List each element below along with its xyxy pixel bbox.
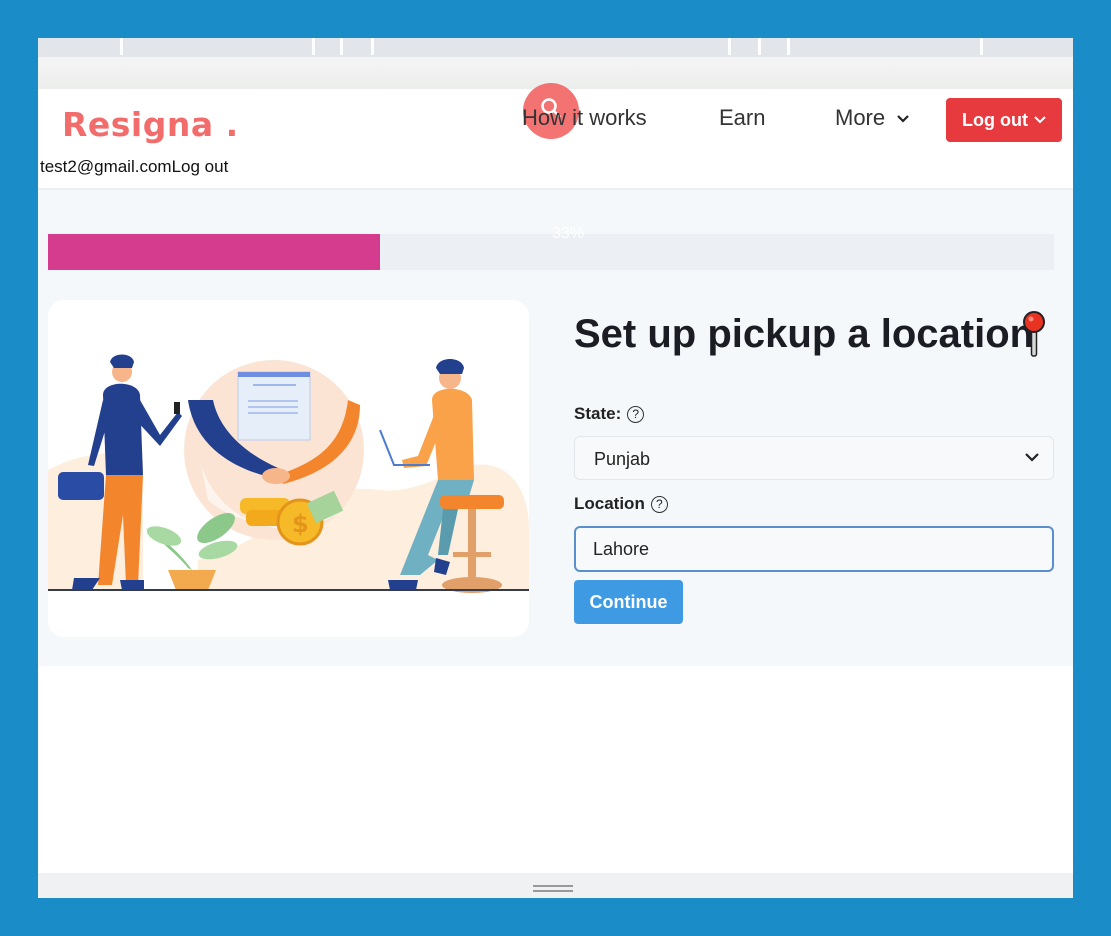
svg-text:$: $	[292, 510, 309, 538]
illustration-card: $	[48, 300, 529, 637]
progress-bar: 33%	[48, 225, 1054, 270]
nav-earn[interactable]: Earn	[719, 105, 765, 131]
chevron-down-icon	[1025, 453, 1039, 462]
progress-label: 33%	[551, 225, 585, 242]
state-select[interactable]: Punjab	[574, 436, 1054, 480]
location-label-row: Location ?	[574, 494, 668, 514]
user-info: test2@gmail.comLog out	[40, 157, 228, 177]
chevron-down-icon	[897, 115, 910, 123]
main-content: 33% $ Set up pickup a location State: ? …	[38, 190, 1073, 666]
tab-divider	[787, 38, 790, 55]
tab-divider	[758, 38, 761, 55]
logout-button-label: Log out	[962, 109, 1028, 130]
resize-handle[interactable]	[533, 890, 573, 892]
tab-divider	[371, 38, 374, 55]
state-label: State:	[574, 404, 622, 423]
help-icon[interactable]: ?	[650, 495, 668, 513]
user-logout-link[interactable]: Log out	[172, 157, 229, 176]
tab-divider	[340, 38, 343, 55]
site-navbar: Resigna . test2@gmail.comLog out How it …	[38, 83, 1073, 190]
location-label: Location	[574, 494, 645, 513]
resize-bar	[38, 873, 1073, 898]
tab-divider	[312, 38, 315, 55]
tab-divider	[980, 38, 983, 55]
resize-handle[interactable]	[533, 885, 573, 887]
tab-divider	[728, 38, 731, 55]
user-email: test2@gmail.com	[40, 157, 172, 176]
state-select-value: Punjab	[594, 449, 651, 469]
state-label-row: State: ?	[574, 404, 645, 424]
tab-strip	[38, 38, 1073, 57]
continue-button[interactable]: Continue	[574, 580, 683, 624]
chevron-down-icon	[1034, 116, 1046, 124]
page-title: Set up pickup a location	[574, 312, 1035, 356]
nav-how-it-works[interactable]: How it works	[522, 105, 647, 131]
logout-button[interactable]: Log out	[946, 98, 1062, 142]
location-input[interactable]	[574, 526, 1054, 572]
nav-more-label: More	[835, 105, 886, 130]
nav-more[interactable]: More	[835, 105, 910, 131]
handshake-illustration: $	[48, 354, 529, 593]
tab-divider	[120, 38, 123, 55]
browser-frame: Resigna . test2@gmail.comLog out How it …	[38, 38, 1073, 898]
pin-icon	[1023, 311, 1045, 357]
site-logo[interactable]: Resigna .	[62, 105, 239, 144]
help-icon[interactable]: ?	[627, 405, 645, 423]
